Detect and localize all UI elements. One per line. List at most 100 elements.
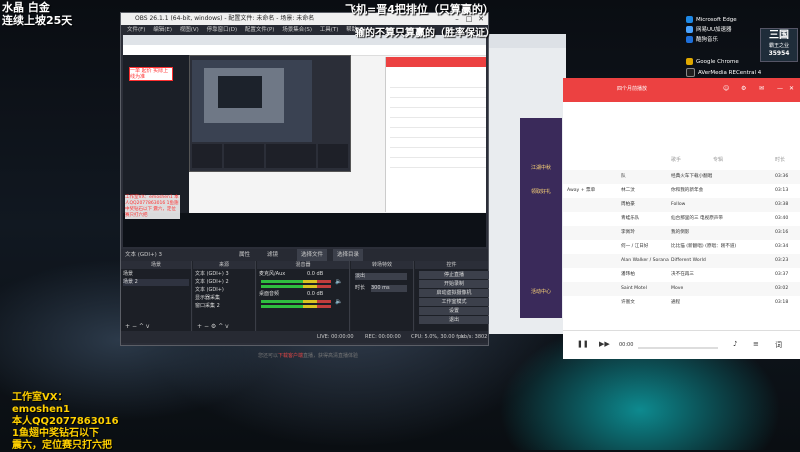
progress-bar[interactable] (638, 347, 718, 349)
user-icon[interactable]: ☺ (723, 85, 729, 92)
song-row[interactable]: 周柏豪 Follow 03:38 (563, 198, 800, 212)
nested-panel (224, 144, 264, 168)
settings-button[interactable]: 设置 (419, 307, 489, 315)
settings-icon[interactable]: ⚙ (211, 323, 216, 330)
rank-line: 水晶 白金 (2, 1, 50, 14)
obs-preview[interactable]: 一单 起价 实际上线为准 工作室VX：emoshen1 本人QQ20778630… (123, 35, 486, 247)
pause-icon[interactable]: ❚❚ (577, 340, 589, 348)
virtual-camera-button[interactable]: 启动虚拟摄像机 (419, 289, 489, 297)
sanguo-logo: 三国 (769, 30, 789, 41)
obs-window[interactable]: OBS 26.1.1 (64-bit, windows) - 配置文件: 未命名… (120, 12, 489, 346)
studio-mode-button[interactable]: 工作室模式 (419, 298, 489, 306)
song-row[interactable]: Alan Walker / Sorana Different World 03:23 (563, 254, 800, 268)
menu-docks[interactable]: 停靠窗口(D) (207, 27, 238, 33)
client-download-hint: 您还可以下载客户端直播，获得高清直播体验 (258, 352, 398, 359)
preview-note-top: 一单 起价 实际上线为准 (129, 67, 173, 81)
song-row[interactable]: 潘玮柏 决不在再三 03:37 (563, 268, 800, 282)
desktop-volume-meter (261, 305, 331, 308)
song-list[interactable]: 队经典火车下载小翻唱 03:36 Away + 票单 林二汶 你和我的新年会 03:13… (563, 170, 800, 320)
promo-sidebar[interactable]: 江湖中秋 领取好礼 活动中心 (520, 118, 562, 318)
lyrics-icon[interactable]: 词 (775, 340, 782, 350)
download-client-link[interactable]: 下载客户端 (278, 353, 303, 359)
promo-line: 领取好礼 (530, 189, 551, 195)
scene-item[interactable]: 场景 2 (123, 279, 189, 286)
song-row[interactable]: 队经典火车下载小翻唱 03:36 (563, 170, 800, 184)
song-row[interactable]: 青蛙乐队 仙台那里的三 电视原声带 03:40 (563, 212, 800, 226)
choose-folder-button[interactable]: 选择目录 (333, 249, 364, 261)
menu-edit[interactable]: 编辑(E) (153, 27, 172, 33)
desktop-icon-chrome[interactable]: Google Chrome (686, 58, 739, 67)
mixer-channel-label: 麦克风/Aux (259, 271, 286, 277)
controls-dock: 控件 停止直播 开始录制 启动虚拟摄像机 工作室模式 设置 退出 (415, 261, 489, 331)
menu-profile[interactable]: 配置文件(P) (245, 27, 275, 33)
song-row[interactable]: Away + 票单 林二汶 你和我的新年会 03:13 (563, 184, 800, 198)
stop-streaming-button[interactable]: 停止直播 (419, 271, 489, 279)
nested-row (390, 107, 486, 108)
music-player-window[interactable]: 四个月前播放 ☺ ⚙ ✉ — ✕ 歌手 专辑 时长 队经典火车下载小翻唱 03:3… (563, 78, 800, 359)
nested-panel (266, 144, 316, 168)
column-header-artist: 歌手 (671, 157, 682, 163)
next-icon[interactable]: ▶▶ (599, 340, 610, 348)
duration-label: 时长 (355, 285, 366, 291)
sanguo-game-badge[interactable]: 三国 霸王之业 35954 (760, 28, 798, 62)
promo-line: 活动中心 (530, 289, 551, 295)
remove-icon[interactable]: − (132, 323, 137, 330)
nested-row (390, 97, 486, 98)
menu-file[interactable]: 文件(F) (127, 27, 145, 33)
sources-dock-toolbar: + − ⚙ ^ v (193, 323, 255, 331)
transition-select[interactable]: 淡出 (355, 273, 407, 280)
scenes-dock: 场景 场景 场景 2 + − ^ v (121, 261, 192, 331)
add-icon[interactable]: + (197, 323, 202, 330)
playlist-icon[interactable]: ≡ (753, 340, 759, 348)
nested-music-header (386, 57, 486, 67)
close-icon[interactable]: ✕ (789, 85, 794, 92)
preview-nested-browser (123, 35, 486, 213)
move-up-icon[interactable]: ^ (139, 323, 144, 330)
remove-icon[interactable]: − (204, 323, 209, 330)
nested-row (390, 147, 486, 148)
rec-timer: REC: 00:00:00 (365, 334, 401, 340)
menu-view[interactable]: 视图(V) (180, 27, 199, 33)
source-item[interactable]: 文本 (GDI+) (195, 287, 224, 294)
nested-panel (318, 144, 348, 168)
choose-file-button[interactable]: 选择文件 (297, 249, 328, 261)
desktop-icon-uu[interactable]: 网易UU加速器 (686, 26, 732, 35)
volume-icon[interactable]: ♪ (733, 340, 737, 348)
song-row[interactable]: 何一 / 江日好 比比猫 (新翻唱) (原唱：刚不道) 03:34 (563, 240, 800, 254)
source-item[interactable]: 文本 (GDI+) 2 (195, 279, 229, 286)
source-item[interactable]: 文本 (GDI+) 3 (195, 271, 229, 278)
source-item[interactable]: 窗口采集 2 (195, 303, 220, 310)
contact-line: 本人QQ2077863016 (12, 416, 119, 427)
speaker-icon[interactable]: 🔈 (335, 298, 342, 305)
elapsed-time: 00:00 (619, 342, 634, 348)
song-row[interactable]: 李佩玲 我的倒影 03:16 (563, 226, 800, 240)
start-recording-button[interactable]: 开始录制 (419, 280, 489, 288)
controls-dock-title: 控件 (415, 261, 488, 269)
source-item[interactable]: 显示器采集 (195, 295, 220, 302)
desktop-icon-kugou[interactable]: 酷狗音乐 (686, 36, 718, 45)
filters-button[interactable]: 滤镜 (267, 249, 278, 261)
column-header-duration: 时长 (775, 157, 786, 163)
song-row[interactable]: Saint Motel Move 03:02 (563, 282, 800, 296)
song-row[interactable]: 许嵩文 通程 03:18 (563, 296, 800, 310)
move-down-icon[interactable]: v (146, 323, 150, 330)
exit-button[interactable]: 退出 (419, 316, 489, 324)
properties-button[interactable]: 属性 (239, 249, 250, 261)
move-up-icon[interactable]: ^ (218, 323, 223, 330)
mail-icon[interactable]: ✉ (759, 85, 764, 92)
scene-item[interactable]: 场景 (123, 271, 133, 278)
settings-icon[interactable]: ⚙ (741, 85, 746, 92)
desktop-icon-avermedia[interactable]: AVerMedia RECentral 4 (686, 68, 761, 77)
speaker-icon[interactable]: 🔈 (335, 278, 342, 285)
menu-scene-collection[interactable]: 场景集合(S) (282, 27, 312, 33)
desktop-icon-edge[interactable]: Microsoft Edge (686, 16, 737, 25)
playback-bar: ❚❚ ▶▶ 00:00 ♪ ≡ 词 (563, 330, 800, 359)
minimize-icon[interactable]: — (777, 85, 783, 92)
duration-input[interactable]: 300 ms (371, 285, 407, 292)
streak-line: 连续上坡25天 (2, 14, 73, 27)
move-down-icon[interactable]: v (225, 323, 229, 330)
chrome-icon (686, 58, 693, 65)
add-icon[interactable]: + (125, 323, 130, 330)
obs-docks: 场景 场景 场景 2 + − ^ v 来源 文本 (GDI+) 3 文本 (GD… (121, 261, 489, 331)
menu-tools[interactable]: 工具(T) (320, 27, 339, 33)
